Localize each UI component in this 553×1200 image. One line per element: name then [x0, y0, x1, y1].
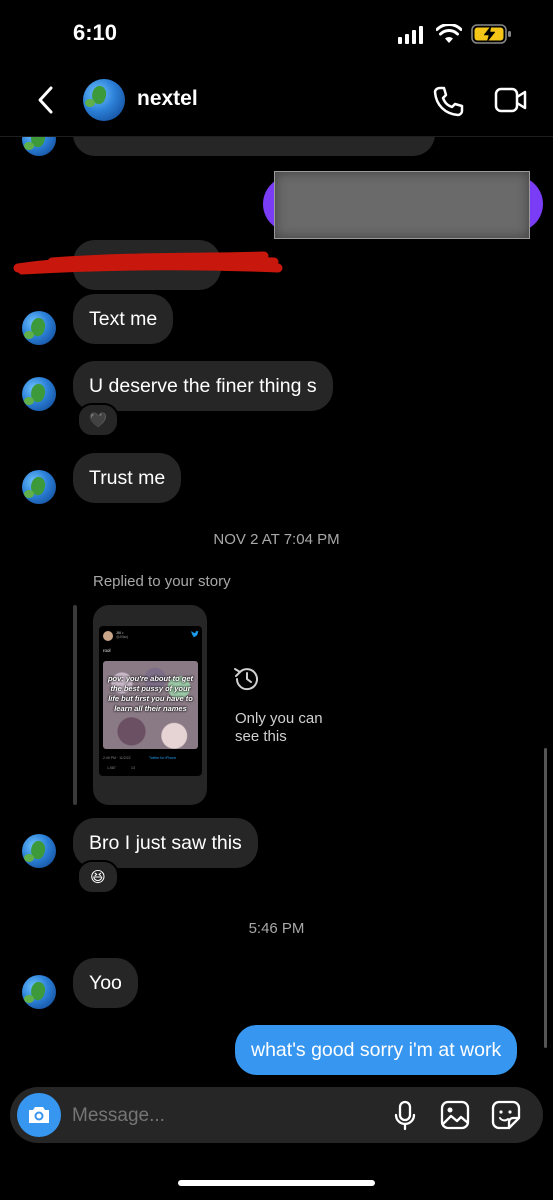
message-bubble[interactable]: Yoo [73, 958, 138, 1008]
outgoing-message-bubble[interactable]: what's good sorry i'm at work [235, 1025, 518, 1075]
message-reaction[interactable]: 🖤 [77, 403, 119, 437]
back-chevron-icon[interactable] [36, 85, 56, 115]
tweet-meta-source: Twitter for iPhone [149, 756, 177, 760]
message-input[interactable] [70, 1094, 374, 1138]
tweet-likes: 1,587 [107, 766, 116, 770]
message-text: Bro I just saw this [89, 832, 242, 854]
tweet-handle: @Jillsnj [116, 635, 129, 639]
phone-icon[interactable] [432, 85, 464, 117]
sender-avatar [22, 834, 56, 868]
video-icon[interactable] [494, 86, 528, 114]
message-text: U deserve the finer thing s [89, 375, 317, 397]
tweet-image-caption: pov: you're about to get the best pussy … [107, 674, 194, 713]
message-bubble[interactable]: Trust me [73, 453, 182, 503]
tweet-meta-time: 2:49 PM · 11/2/22 [103, 756, 131, 760]
sender-avatar [22, 377, 56, 411]
sender-avatar [22, 470, 56, 504]
story-reply-bar [73, 605, 77, 805]
message-bubble[interactable]: U deserve the finer thing s [73, 361, 333, 411]
battery-charging-icon [471, 24, 511, 44]
tweet-replies: 13 [131, 766, 135, 770]
message-reaction[interactable]: 😆 [77, 860, 119, 894]
contact-name[interactable]: nextel [137, 87, 198, 111]
sender-avatar [22, 975, 56, 1009]
sender-avatar [22, 311, 56, 345]
red-scribble-redaction [13, 251, 283, 275]
story-reply-label: Replied to your story [93, 573, 231, 590]
redaction-box [274, 171, 530, 239]
microphone-icon[interactable] [393, 1100, 417, 1132]
story-tweet: Jill ♪ @Jillsnj rool pov: you're about t… [99, 626, 202, 776]
camera-button[interactable] [17, 1093, 61, 1137]
heart-reaction: 🖤 [88, 412, 108, 429]
tweet-avatar [103, 631, 113, 641]
timestamp: NOV 2 AT 7:04 PM [213, 531, 340, 548]
contact-avatar[interactable] [83, 79, 125, 121]
history-icon [234, 668, 258, 691]
wifi-icon [436, 24, 462, 43]
tweet-image: pov: you're about to get the best pussy … [103, 661, 198, 749]
sticker-icon[interactable] [491, 1100, 521, 1130]
message-text: Trust me [89, 467, 166, 489]
camera-icon [29, 1107, 49, 1123]
scrollbar[interactable] [544, 748, 547, 1048]
timestamp: 5:46 PM [248, 920, 305, 937]
home-indicator[interactable] [178, 1180, 375, 1186]
signal-icon [398, 24, 423, 44]
twitter-icon [191, 631, 199, 638]
message-text: Yoo [89, 972, 122, 994]
tweet-text: rool [103, 648, 111, 653]
status-time: 6:10 [73, 20, 118, 45]
story-private-note: Only you can see this [235, 710, 323, 745]
laugh-reaction: 😆 [90, 869, 106, 886]
message-text: Text me [89, 308, 158, 330]
message-text: what's good sorry i'm at work [251, 1039, 502, 1061]
image-icon[interactable] [440, 1100, 470, 1130]
message-bubble[interactable]: Text me [73, 294, 174, 344]
